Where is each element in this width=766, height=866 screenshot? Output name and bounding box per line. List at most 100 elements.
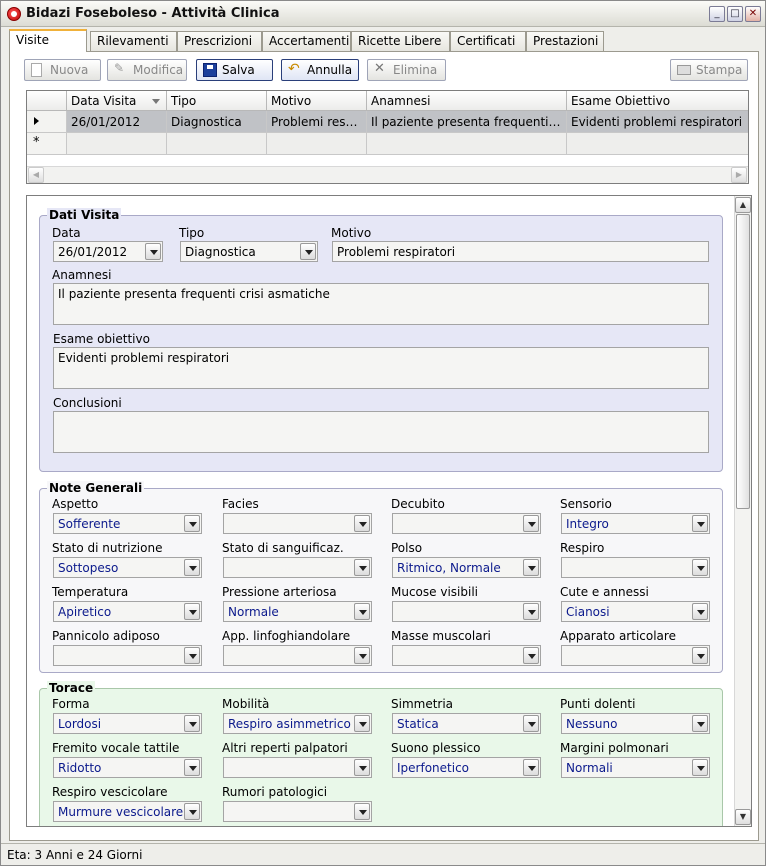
chevron-down-icon[interactable]: [692, 759, 708, 776]
close-button[interactable]: ✕: [745, 6, 761, 22]
chevron-down-icon[interactable]: [184, 603, 200, 620]
apparato-articolare-select[interactable]: [561, 645, 710, 666]
polso-select[interactable]: Ritmico, Normale: [392, 557, 541, 578]
column-header-esame-obiettivo[interactable]: Esame Obiettivo: [567, 91, 748, 111]
data-date-picker[interactable]: 26/01/2012: [53, 241, 163, 262]
grid-horizontal-scrollbar[interactable]: ◀ ▶: [27, 166, 748, 183]
chevron-down-icon[interactable]: [523, 759, 539, 776]
conclusioni-textarea[interactable]: [53, 411, 709, 453]
chevron-down-icon[interactable]: [184, 647, 200, 664]
chevron-down-icon[interactable]: [523, 715, 539, 732]
salva-button[interactable]: Salva: [196, 59, 273, 81]
pannicolo-adiposo-select[interactable]: [53, 645, 202, 666]
forma-select[interactable]: Lordosi: [53, 713, 202, 734]
stato-di-nutrizione-select[interactable]: Sottopeso: [53, 557, 202, 578]
cell-motivo[interactable]: Problemi respiratori: [267, 111, 367, 133]
chevron-down-icon[interactable]: [354, 803, 370, 820]
tab-accertamenti[interactable]: Accertamenti: [262, 31, 351, 51]
modifica-button[interactable]: ✎ Modifica: [107, 59, 187, 81]
decubito-select[interactable]: [392, 513, 541, 534]
cell-anamnesi[interactable]: Il paziente presenta frequenti crisi asm…: [367, 111, 567, 133]
suono-plessico-select[interactable]: Iperfonetico: [392, 757, 541, 778]
motivo-field[interactable]: Problemi respiratori: [332, 241, 709, 262]
cell-tipo[interactable]: Diagnostica: [167, 111, 267, 133]
chevron-down-icon[interactable]: [354, 603, 370, 620]
fremito-vocale-tattile-select[interactable]: Ridotto: [53, 757, 202, 778]
current-row-indicator-icon[interactable]: [27, 111, 67, 133]
respiro-select[interactable]: [561, 557, 710, 578]
nuova-button[interactable]: Nuova: [24, 59, 101, 81]
elimina-button[interactable]: ✕ Elimina: [367, 59, 446, 81]
column-header-tipo[interactable]: Tipo: [167, 91, 267, 111]
anamnesi-textarea[interactable]: Il paziente presenta frequenti crisi asm…: [53, 283, 709, 325]
cell-data-visita[interactable]: 26/01/2012: [67, 111, 167, 133]
scroll-thumb[interactable]: [736, 214, 750, 509]
temperatura-select[interactable]: Apiretico: [53, 601, 202, 622]
scroll-up-icon[interactable]: ▲: [735, 197, 751, 213]
aspetto-select[interactable]: Sofferente: [53, 513, 202, 534]
chevron-down-icon[interactable]: [184, 803, 200, 820]
app-linfoghiandolare-select[interactable]: [223, 645, 372, 666]
column-header-anamnesi[interactable]: Anamnesi: [367, 91, 567, 111]
chevron-down-icon[interactable]: [145, 243, 161, 260]
chevron-down-icon[interactable]: [184, 559, 200, 576]
new-row-cell[interactable]: [367, 133, 567, 155]
cute-e-annessi-select[interactable]: Cianosi: [561, 601, 710, 622]
chevron-down-icon[interactable]: [692, 603, 708, 620]
chevron-down-icon[interactable]: [523, 603, 539, 620]
cell-esame-obiettivo[interactable]: Evidenti problemi respiratori: [567, 111, 748, 133]
annulla-button[interactable]: ↶ Annulla: [281, 59, 359, 81]
chevron-down-icon[interactable]: [692, 715, 708, 732]
respiro-vescicolare-select[interactable]: Murmure vescicolare: [53, 801, 202, 822]
scroll-right-icon[interactable]: ▶: [731, 167, 747, 183]
chevron-down-icon[interactable]: [692, 515, 708, 532]
tab-certificati[interactable]: Certificati: [450, 31, 526, 51]
chevron-down-icon[interactable]: [692, 647, 708, 664]
column-header-data-visita[interactable]: Data Visita: [67, 91, 167, 111]
new-row-cell[interactable]: [167, 133, 267, 155]
chevron-down-icon[interactable]: [354, 715, 370, 732]
facies-select[interactable]: [223, 513, 372, 534]
tipo-select[interactable]: Diagnostica: [180, 241, 318, 262]
margini-polmonari-select[interactable]: Normali: [561, 757, 710, 778]
simmetria-select[interactable]: Statica: [392, 713, 541, 734]
scroll-down-icon[interactable]: ▼: [735, 809, 751, 825]
chevron-down-icon[interactable]: [523, 647, 539, 664]
chevron-down-icon[interactable]: [354, 515, 370, 532]
punti-dolenti-select[interactable]: Nessuno: [561, 713, 710, 734]
rumori-patologici-select[interactable]: [223, 801, 372, 822]
esame-obiettivo-textarea[interactable]: Evidenti problemi respiratori: [53, 347, 709, 389]
column-header-motivo[interactable]: Motivo: [267, 91, 367, 111]
chevron-down-icon[interactable]: [184, 515, 200, 532]
chevron-down-icon[interactable]: [692, 559, 708, 576]
chevron-down-icon[interactable]: [184, 715, 200, 732]
chevron-down-icon[interactable]: [300, 243, 316, 260]
chevron-down-icon[interactable]: [523, 559, 539, 576]
new-row-cell[interactable]: [67, 133, 167, 155]
new-row-marker[interactable]: *: [27, 133, 67, 155]
sensorio-select[interactable]: Integro: [561, 513, 710, 534]
pressione-arteriosa-select[interactable]: Normale: [223, 601, 372, 622]
tab-rilevamenti[interactable]: Rilevamenti: [90, 31, 177, 51]
stato-di-sanguificaz-select[interactable]: [223, 557, 372, 578]
masse-muscolari-select[interactable]: [392, 645, 541, 666]
altri-reperti-palpatori-select[interactable]: [223, 757, 372, 778]
chevron-down-icon[interactable]: [354, 559, 370, 576]
tab-ricette-libere[interactable]: Ricette Libere: [351, 31, 450, 51]
mucose-visibili-select[interactable]: [392, 601, 541, 622]
tab-visite[interactable]: Visite: [9, 29, 87, 52]
chevron-down-icon[interactable]: [523, 515, 539, 532]
form-vertical-scrollbar[interactable]: ▲ ▼: [734, 196, 751, 826]
mobilita-select[interactable]: Respiro asimmetrico: [223, 713, 372, 734]
chevron-down-icon[interactable]: [354, 759, 370, 776]
new-row-cell[interactable]: [567, 133, 748, 155]
chevron-down-icon[interactable]: [354, 647, 370, 664]
maximize-button[interactable]: □: [727, 6, 743, 22]
scroll-left-icon[interactable]: ◀: [28, 167, 44, 183]
chevron-down-icon[interactable]: [184, 759, 200, 776]
tab-prescrizioni[interactable]: Prescrizioni: [177, 31, 262, 51]
minimize-button[interactable]: _: [709, 6, 725, 22]
stampa-button[interactable]: Stampa: [670, 59, 748, 81]
tab-prestazioni[interactable]: Prestazioni: [526, 31, 604, 51]
new-row-cell[interactable]: [267, 133, 367, 155]
